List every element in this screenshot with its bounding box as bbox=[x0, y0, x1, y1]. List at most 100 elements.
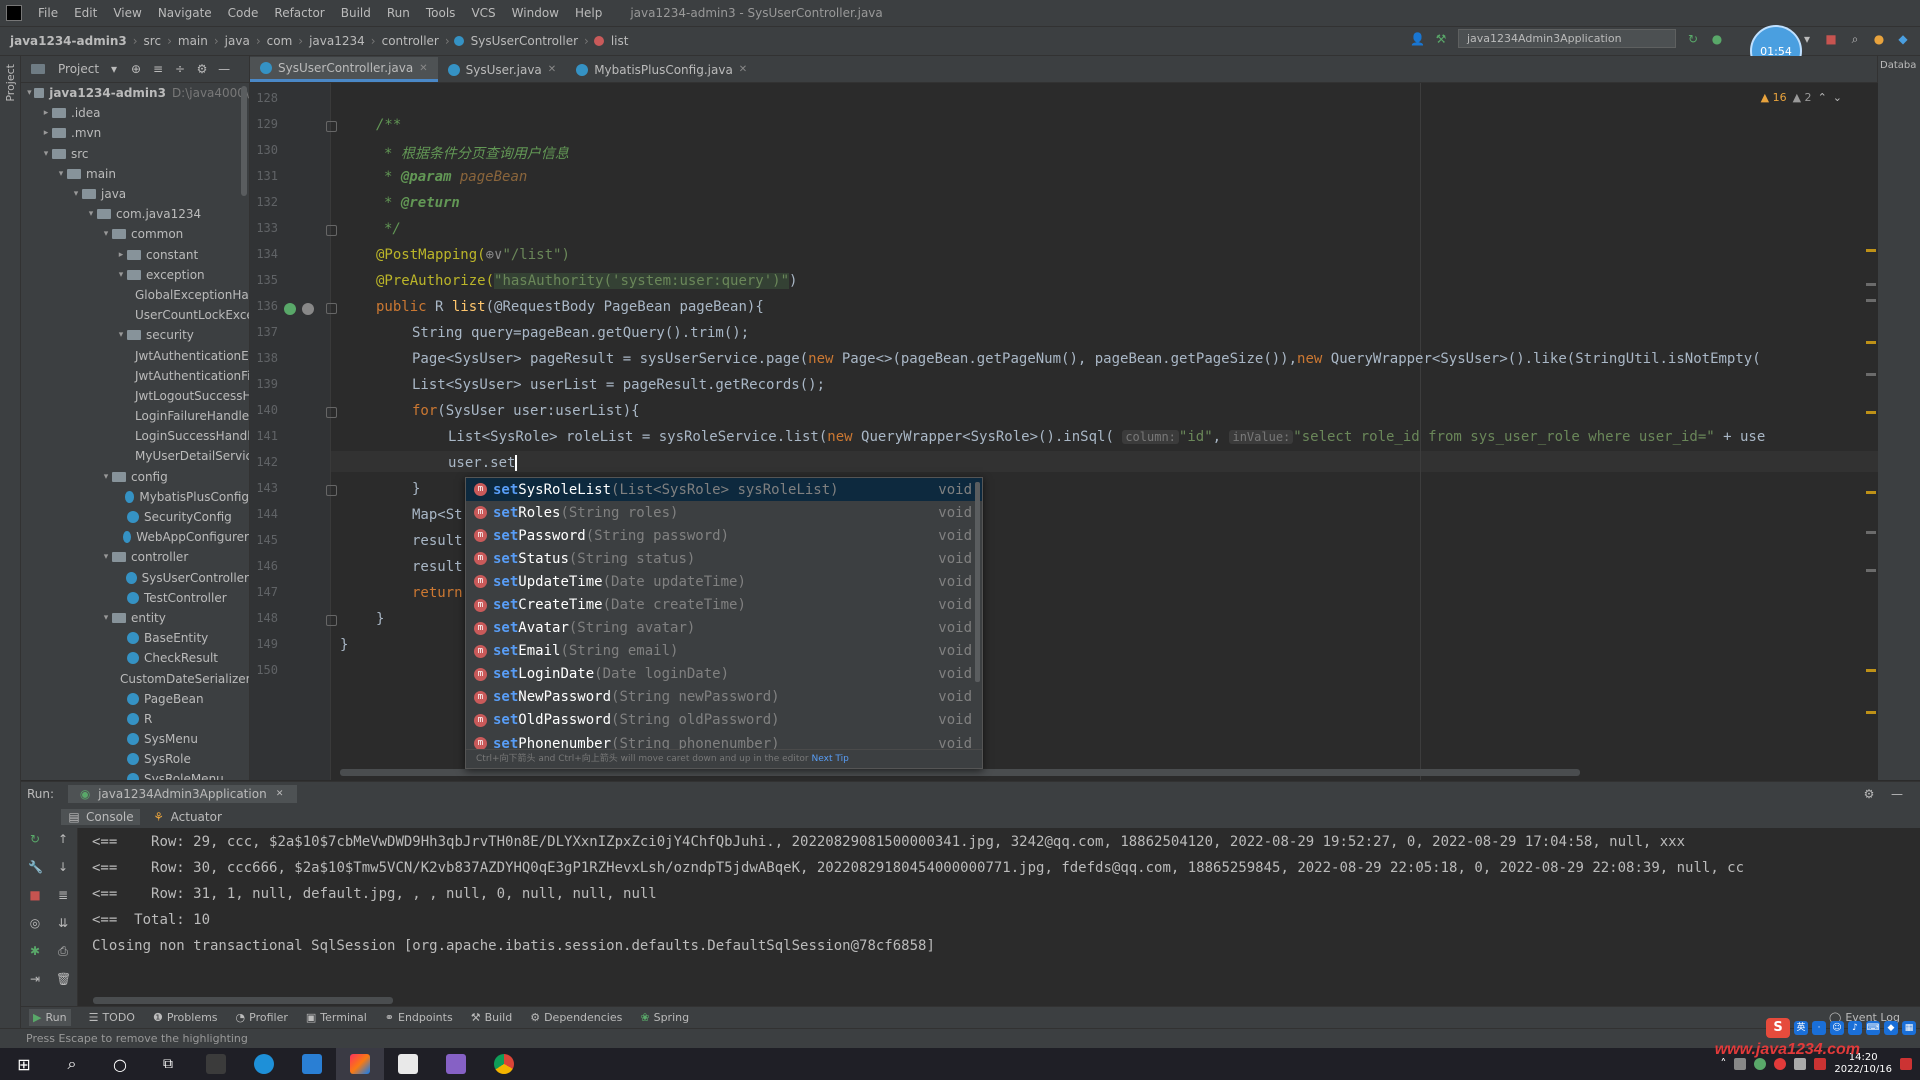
soft-wrap-icon[interactable]: ≣ bbox=[56, 888, 70, 902]
tray-sogou-icon[interactable] bbox=[1814, 1058, 1827, 1070]
tree-item[interactable]: CheckResult bbox=[21, 648, 249, 668]
ime-voice-icon[interactable]: ♪ bbox=[1848, 1021, 1862, 1035]
tree-item[interactable]: ▾ java bbox=[21, 184, 249, 204]
camera-icon[interactable]: ◎ bbox=[28, 916, 42, 930]
tray-chevron-icon[interactable]: ˄ bbox=[1720, 1057, 1726, 1071]
tab-sysusercontroller[interactable]: SysUserController.java ✕ bbox=[250, 57, 438, 82]
tree-item[interactable]: ▾ java1234-admin3 D:\java4000\ bbox=[21, 83, 249, 103]
notepad-taskbar-icon[interactable] bbox=[384, 1048, 432, 1080]
ime-mode-icon[interactable]: 英 bbox=[1794, 1021, 1808, 1035]
menu-vcs[interactable]: VCS bbox=[463, 6, 503, 20]
completion-item[interactable]: m setLoginDate (Date loginDate) void bbox=[466, 663, 982, 686]
tree-item[interactable]: ▾ entity bbox=[21, 608, 249, 628]
tree-item[interactable]: LoginFailureHandler bbox=[21, 406, 249, 426]
tree-item[interactable]: GlobalExceptionHandler bbox=[21, 285, 249, 305]
error-stripe[interactable] bbox=[1864, 83, 1878, 780]
tree-item[interactable]: R bbox=[21, 709, 249, 729]
print-icon[interactable]: ⎙ bbox=[56, 944, 70, 958]
next-tip-link[interactable]: Next Tip bbox=[812, 754, 849, 764]
tool-dependencies[interactable]: ⚙ Dependencies bbox=[530, 1011, 622, 1024]
wrench-icon[interactable]: 🔧 bbox=[28, 860, 43, 874]
tray-app-icon[interactable] bbox=[1734, 1058, 1747, 1070]
tree-item[interactable]: UserCountLockException bbox=[21, 305, 249, 325]
console-horizontal-scrollbar[interactable] bbox=[93, 997, 393, 1004]
chevron-down-icon[interactable]: ▾ bbox=[100, 467, 112, 487]
breadcrumb-controller[interactable]: controller bbox=[378, 34, 443, 48]
menu-tools[interactable]: Tools bbox=[418, 6, 464, 20]
taskbar-app-icon[interactable] bbox=[192, 1048, 240, 1080]
chevron-down-icon[interactable]: ▾ bbox=[100, 224, 112, 244]
locate-icon[interactable]: ⊕ bbox=[129, 62, 143, 76]
completion-item[interactable]: m setSysRoleList (List<SysRole> sysRoleLis… bbox=[466, 478, 982, 502]
close-icon[interactable]: ✕ bbox=[273, 787, 287, 801]
rerun-icon[interactable]: ↻ bbox=[28, 832, 42, 846]
editor-horizontal-scrollbar[interactable] bbox=[340, 769, 1580, 776]
chevron-down-icon[interactable]: ▾ bbox=[40, 144, 52, 164]
chevron-down-icon[interactable]: ▾ bbox=[70, 184, 82, 204]
tab-mybatisplusconfig[interactable]: MybatisPlusConfig.java ✕ bbox=[566, 57, 757, 82]
visualstudio-taskbar-icon[interactable] bbox=[432, 1048, 480, 1080]
tool-problems[interactable]: ❶ Problems bbox=[153, 1011, 218, 1024]
breadcrumb-class[interactable]: SysUserController bbox=[467, 34, 582, 48]
completion-item[interactable]: m setNewPassword (String newPassword) void bbox=[466, 686, 982, 709]
tool-endpoints[interactable]: ⚭ Endpoints bbox=[385, 1011, 453, 1024]
spring-endpoint-icon[interactable] bbox=[284, 303, 296, 315]
minimize-icon[interactable]: — bbox=[1890, 787, 1904, 801]
ime-skin-icon[interactable]: ◆ bbox=[1884, 1021, 1898, 1035]
close-icon[interactable]: ✕ bbox=[419, 63, 427, 74]
fold-marker-icon[interactable] bbox=[326, 615, 337, 626]
chevron-right-icon[interactable]: ▸ bbox=[40, 123, 52, 143]
tool-spring[interactable]: ❀ Spring bbox=[640, 1011, 689, 1024]
tree-item[interactable]: ▾ com.java1234 bbox=[21, 204, 249, 224]
tree-item[interactable]: ▾ controller bbox=[21, 547, 249, 567]
close-icon[interactable]: ✕ bbox=[739, 64, 747, 75]
menu-refactor[interactable]: Refactor bbox=[266, 6, 332, 20]
breadcrumb-java[interactable]: java bbox=[221, 34, 254, 48]
menu-navigate[interactable]: Navigate bbox=[150, 6, 220, 20]
run-tab[interactable]: ◉ java1234Admin3Application ✕ bbox=[68, 785, 297, 803]
chevron-down-icon[interactable]: ▾ bbox=[100, 608, 112, 628]
chevron-down-icon[interactable]: ▾ bbox=[107, 62, 121, 76]
completion-item[interactable]: m setStatus (String status) void bbox=[466, 547, 982, 570]
completion-item[interactable]: m setCreateTime (Date createTime) void bbox=[466, 593, 982, 616]
rerun-icon[interactable]: ↻ bbox=[1686, 32, 1700, 46]
completion-item[interactable]: m setRoles (String roles) void bbox=[466, 501, 982, 524]
code-completion-popup[interactable]: m setSysRoleList (List<SysRole> sysRoleLis… bbox=[465, 477, 983, 769]
cortana-icon[interactable]: ○ bbox=[96, 1048, 144, 1080]
tool-profiler[interactable]: ◔ Profiler bbox=[236, 1011, 288, 1024]
ime-keyboard-icon[interactable]: ⌨ bbox=[1866, 1021, 1880, 1035]
run-configuration-select[interactable]: java1234Admin3Application bbox=[1458, 29, 1676, 48]
menu-edit[interactable]: Edit bbox=[66, 6, 105, 20]
chevron-down-icon[interactable]: ▾ bbox=[115, 265, 127, 285]
updates-icon[interactable]: ● bbox=[1872, 32, 1886, 46]
tree-item[interactable]: SecurityConfig bbox=[21, 507, 249, 527]
project-view-select[interactable]: Project bbox=[58, 62, 99, 76]
scroll-to-end-icon[interactable]: ⇊ bbox=[56, 916, 70, 930]
fold-marker-icon[interactable] bbox=[326, 303, 337, 314]
fold-marker-icon[interactable] bbox=[326, 485, 337, 496]
tab-console[interactable]: ▤ Console bbox=[61, 809, 140, 825]
tree-item[interactable]: ▾ src bbox=[21, 144, 249, 164]
taskbar-vs-icon[interactable] bbox=[288, 1048, 336, 1080]
windows-start-icon[interactable]: ⊞ bbox=[0, 1048, 48, 1080]
menu-file[interactable]: File bbox=[30, 6, 66, 20]
plugin-logo-icon[interactable]: ◆ bbox=[1896, 32, 1910, 46]
user-icon[interactable]: 👤 bbox=[1410, 32, 1425, 46]
fold-marker-icon[interactable] bbox=[326, 407, 337, 418]
gear-icon[interactable]: ⚙ bbox=[1862, 787, 1876, 801]
tree-item[interactable]: CustomDateSerializer bbox=[21, 668, 249, 688]
close-icon[interactable]: ✕ bbox=[548, 64, 556, 75]
stop-icon[interactable]: ■ bbox=[1824, 32, 1838, 46]
tab-actuator[interactable]: ⚘ Actuator bbox=[152, 810, 222, 824]
task-view-icon[interactable]: ⧉ bbox=[144, 1048, 192, 1080]
fold-marker-icon[interactable] bbox=[326, 225, 337, 236]
breadcrumb-main[interactable]: main bbox=[174, 34, 212, 48]
edge-browser-icon[interactable] bbox=[240, 1048, 288, 1080]
intellij-taskbar-icon[interactable] bbox=[336, 1048, 384, 1080]
tree-item[interactable]: ▸ .mvn bbox=[21, 123, 249, 143]
tree-item[interactable]: BaseEntity bbox=[21, 628, 249, 648]
ime-emoji-icon[interactable]: ☺ bbox=[1830, 1021, 1844, 1035]
chevron-down-icon[interactable]: ▾ bbox=[55, 164, 67, 184]
web-mapping-icon[interactable] bbox=[302, 303, 314, 315]
tree-item[interactable]: ▸ constant bbox=[21, 245, 249, 265]
